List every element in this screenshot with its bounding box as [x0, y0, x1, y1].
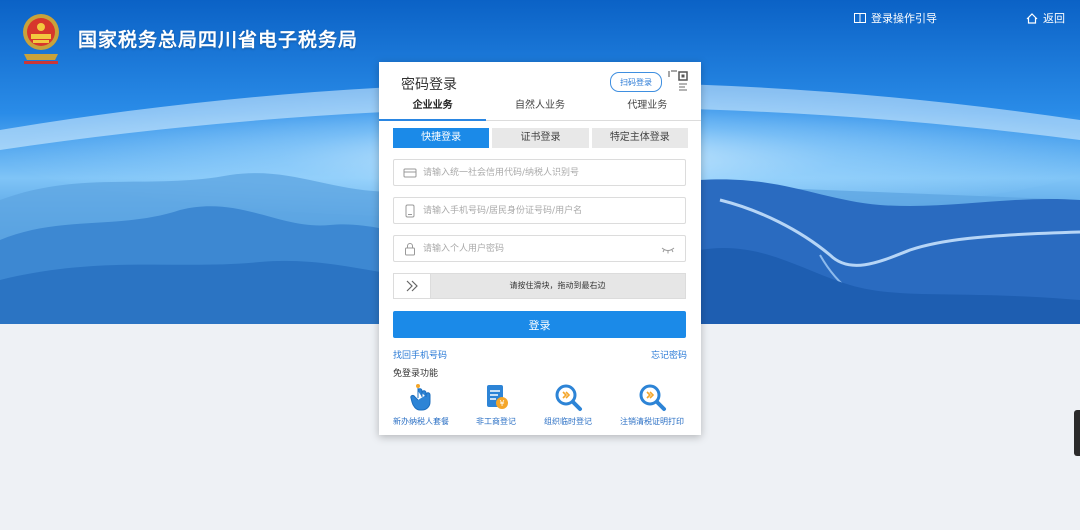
side-floating-tab[interactable]	[1074, 410, 1080, 456]
tab-natural-person[interactable]: 自然人业务	[486, 94, 593, 120]
credit-code-input[interactable]	[421, 166, 685, 179]
account-input[interactable]	[421, 204, 685, 217]
tab-agent[interactable]: 代理业务	[594, 94, 701, 120]
magnifier-icon	[555, 384, 582, 411]
qr-code-icon[interactable]	[665, 68, 691, 94]
deregistration-label: 注销清税证明打印	[620, 417, 684, 426]
retrieve-phone-link[interactable]: 找回手机号码	[393, 348, 447, 361]
qr-login-button[interactable]: 扫码登录	[610, 72, 662, 92]
book-icon	[854, 13, 866, 23]
document-yen-icon: ¥	[487, 385, 508, 409]
non-business-registration[interactable]: ¥ 非工商登记	[476, 382, 516, 427]
temp-org-registration[interactable]: 组织临时登记	[544, 382, 592, 427]
tax-emblem-logo	[18, 10, 64, 66]
phone-icon	[405, 204, 415, 217]
slider-captcha: 请按住滑块，拖动到最右边	[393, 273, 686, 299]
deregistration-print[interactable]: 注销清税证明打印	[620, 382, 684, 427]
slider-hint: 请按住滑块，拖动到最右边	[509, 281, 606, 290]
tab-certificate-login[interactable]: 证书登录	[492, 128, 589, 148]
site-title: 国家税务总局四川省电子税务局	[78, 29, 359, 51]
temp-org-label: 组织临时登记	[544, 417, 592, 426]
home-icon	[1026, 12, 1038, 24]
back-link[interactable]: 返回	[1026, 10, 1065, 26]
back-label: 返回	[1043, 12, 1065, 25]
tab-special-entity-login[interactable]: 特定主体登录	[591, 128, 688, 148]
magnifier-icon	[639, 384, 666, 411]
non-business-label: 非工商登记	[476, 417, 516, 426]
forgot-password-link[interactable]: 忘记密码	[651, 348, 687, 361]
no-login-title: 免登录功能	[393, 369, 439, 379]
login-guide-link[interactable]: 登录操作引导	[854, 10, 937, 26]
login-card: 密码登录 扫码登录 企业业务 自然人业务 代理业务 快捷登录 证书登录 特定主体…	[379, 62, 701, 435]
business-tabs: 企业业务 自然人业务 代理业务	[379, 94, 701, 121]
hand-pointer-icon	[410, 384, 431, 411]
slider-handle[interactable]	[394, 274, 431, 298]
password-input[interactable]	[421, 242, 661, 255]
login-button[interactable]: 登录	[393, 311, 686, 338]
login-title: 密码登录	[401, 77, 457, 93]
login-guide-label: 登录操作引导	[871, 12, 937, 25]
svg-text:¥: ¥	[499, 399, 504, 408]
new-taxpayer-package[interactable]: 新办纳税人套餐	[393, 382, 449, 427]
account-field	[393, 197, 686, 224]
eye-closed-icon[interactable]	[661, 244, 675, 254]
double-chevron-right-icon	[406, 280, 418, 292]
password-field	[393, 235, 686, 262]
id-card-icon	[403, 168, 417, 177]
tab-enterprise[interactable]: 企业业务	[379, 94, 487, 121]
credit-code-field	[393, 159, 686, 186]
lock-icon	[405, 242, 415, 255]
tab-quick-login[interactable]: 快捷登录	[393, 128, 490, 148]
new-taxpayer-label: 新办纳税人套餐	[393, 417, 449, 426]
login-method-tabs: 快捷登录 证书登录 特定主体登录	[393, 128, 688, 148]
